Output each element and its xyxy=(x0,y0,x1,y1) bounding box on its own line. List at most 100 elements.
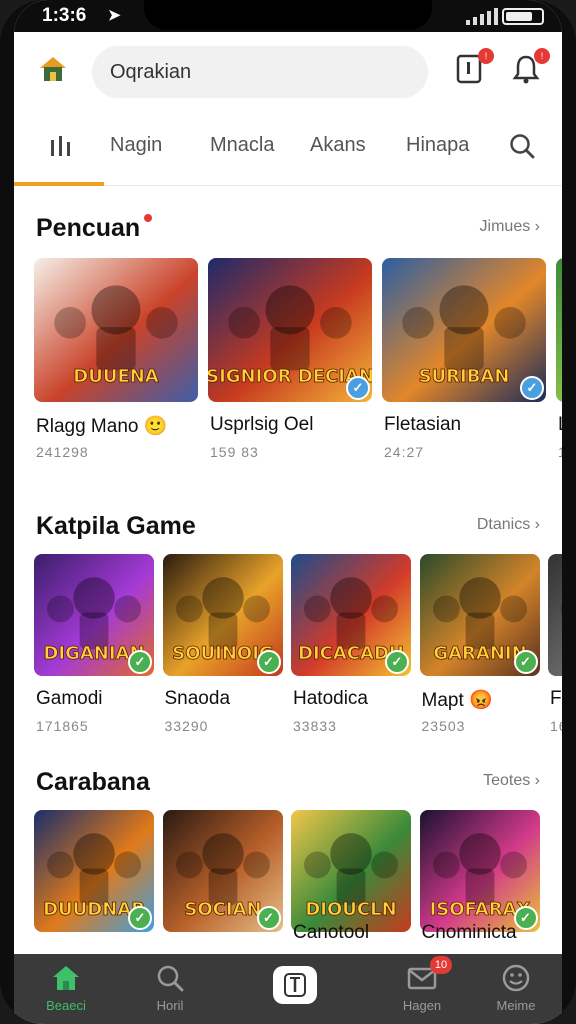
tab-akans[interactable]: Akans xyxy=(310,134,366,157)
section-more-text: Jimues xyxy=(479,218,531,235)
game-logo-text: SURIBAN xyxy=(419,366,510,387)
section-more-link[interactable]: Teotes › xyxy=(483,772,540,790)
game-card[interactable]: LA 15 xyxy=(556,258,562,464)
search-icon[interactable] xyxy=(508,132,536,160)
game-card[interactable]: SOUINOIG ✓ Snaoda 33290 xyxy=(162,554,283,738)
section-title-text: Carabana xyxy=(36,768,150,796)
nav-messages-label: Hagen xyxy=(402,998,442,1013)
app-header: Oqrakian ! ! xyxy=(14,32,562,116)
chevron-right-icon: › xyxy=(534,516,540,533)
game-card[interactable]: DIGANIAN ✓ Gamodi 171865 xyxy=(34,554,154,738)
bottom-navigation: Beaeci Horil 10 Hagen Meime xyxy=(14,954,562,1024)
game-card[interactable]: DIOUCLN Canotool xyxy=(291,810,411,972)
section-more-link[interactable]: Dtanics › xyxy=(477,516,540,534)
game-art-image: DIOUCLN xyxy=(291,810,411,932)
game-card[interactable]: SIGNIOR DECIAN ✓ Usprlsig Oel 159 83 xyxy=(208,258,372,464)
tab-active-indicator xyxy=(14,182,104,186)
game-title: Rlagg Mano 🙂 xyxy=(36,416,168,437)
tab-mnacla[interactable]: Mnacla xyxy=(210,134,274,157)
game-thumbnail[interactable] xyxy=(556,258,562,402)
camera-notch xyxy=(144,0,432,30)
game-card[interactable]: Fa 16 xyxy=(548,554,562,738)
game-stat: 33833 xyxy=(293,718,337,734)
game-card[interactable]: DUUDNAB ✓ xyxy=(34,810,154,972)
game-stat: 159 83 xyxy=(210,444,259,460)
verified-check-icon: ✓ xyxy=(385,650,409,674)
verified-check-icon: ✓ xyxy=(346,376,370,400)
verified-check-icon: ✓ xyxy=(256,650,281,674)
game-card[interactable]: ISOFARAX ✓ Cnominicta xyxy=(419,810,540,972)
verified-check-icon: ✓ xyxy=(128,650,152,674)
section-more-text: Dtanics xyxy=(476,516,531,533)
battery-icon xyxy=(502,8,544,25)
section-more-link[interactable]: Jimues › xyxy=(480,218,540,236)
game-logo-text: GARANIN xyxy=(433,643,526,664)
game-logo-text: DUUENA xyxy=(73,366,159,387)
bar-chart-icon[interactable] xyxy=(48,134,74,160)
game-title: Usprlsig Oel xyxy=(210,414,314,435)
game-card[interactable]: GARANIN ✓ Mapt 😡 23503 xyxy=(419,554,540,738)
verified-check-icon: ✓ xyxy=(520,376,544,400)
tab-hinapa[interactable]: Hinapa xyxy=(406,134,469,157)
game-stat: 23503 xyxy=(421,718,466,734)
game-title: Fa xyxy=(550,688,562,709)
game-stat: 171865 xyxy=(36,718,89,734)
section-more-text: Teotes xyxy=(483,772,531,789)
category-tabs: Nagin Mnacla Akans Hinapa xyxy=(14,116,562,186)
game-art-image: DUUENA xyxy=(34,258,198,402)
nav-home[interactable]: Beaeci xyxy=(16,962,116,1013)
game-stat: 33290 xyxy=(164,718,209,734)
game-title: Mapt 😡 xyxy=(421,690,493,711)
create-button[interactable] xyxy=(273,966,317,1004)
game-thumbnail[interactable]: DIOUCLN xyxy=(291,810,411,932)
game-stat: 24:27 xyxy=(384,444,425,460)
game-card[interactable]: SOCIAN ✓ xyxy=(162,810,283,972)
game-stat: 16 xyxy=(550,718,562,734)
new-dot xyxy=(144,214,153,222)
section-title: Pencuan xyxy=(36,214,153,243)
game-thumbnail[interactable] xyxy=(548,554,562,676)
section-title-text: Pencuan xyxy=(36,214,141,242)
section-title: Katpila Game xyxy=(36,512,196,541)
game-card[interactable]: DUUENA Rlagg Mano 🙂 241298 xyxy=(34,258,198,464)
signal-icon xyxy=(466,8,498,25)
game-card[interactable]: SURIBAN ✓ Fletasian 24:27 xyxy=(382,258,546,464)
game-thumbnail[interactable]: DUUENA xyxy=(34,258,198,402)
app-screen: 1:3:6 ➤ Oqrakian ! ! Nagin Mnacla Akans … xyxy=(14,0,562,1024)
tab-nagin[interactable]: Nagin xyxy=(110,134,162,157)
game-title: Cnominicta xyxy=(421,922,517,943)
game-art-image xyxy=(548,554,562,676)
nav-messages[interactable]: 10 Hagen xyxy=(372,956,472,1013)
game-title: Hatodica xyxy=(293,688,368,709)
section-title: Carabana xyxy=(36,768,150,797)
text-cursor-icon xyxy=(284,973,306,997)
home-icon xyxy=(53,966,79,990)
status-bar: 1:3:6 ➤ xyxy=(14,0,562,32)
game-card[interactable]: DICACADH ✓ Hatodica 33833 xyxy=(291,554,411,738)
game-art-image xyxy=(556,258,562,402)
search-input[interactable]: Oqrakian xyxy=(92,46,428,98)
verified-check-icon: ✓ xyxy=(513,650,538,674)
home-icon[interactable] xyxy=(38,54,68,84)
nav-search[interactable]: Horil xyxy=(120,962,220,1013)
game-title: LA xyxy=(558,414,562,436)
messages-badge: 10 xyxy=(430,956,452,974)
bell-badge: ! xyxy=(534,48,550,64)
smiley-icon xyxy=(502,964,530,992)
chevron-right-icon: › xyxy=(534,218,540,235)
nav-profile[interactable]: Meime xyxy=(466,962,562,1013)
game-title: Fletasian xyxy=(384,414,462,435)
verified-check-icon: ✓ xyxy=(256,906,281,930)
search-icon xyxy=(157,965,184,992)
notification-button[interactable]: ! xyxy=(456,48,494,86)
nav-search-label: Horil xyxy=(156,998,184,1013)
status-time: 1:3:6 xyxy=(42,5,87,26)
game-title: Snaoda xyxy=(164,688,231,709)
nav-home-label: Beaeci xyxy=(46,998,86,1013)
notification-badge: ! xyxy=(478,48,494,64)
bell-button[interactable]: ! xyxy=(512,48,550,86)
chevron-right-icon: › xyxy=(534,772,540,789)
verified-check-icon: ✓ xyxy=(513,906,538,930)
game-logo-text: DIOUCLN xyxy=(305,899,396,920)
game-stat: 15 xyxy=(558,444,562,460)
